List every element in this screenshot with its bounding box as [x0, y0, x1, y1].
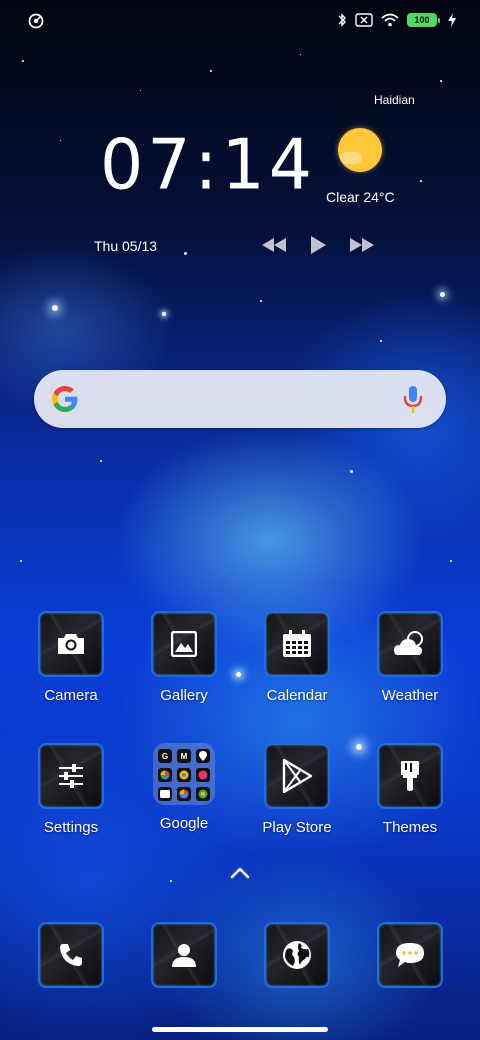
dock-phone[interactable]	[21, 922, 121, 988]
media-controls	[262, 236, 374, 259]
dock-browser[interactable]	[247, 922, 347, 988]
messages-icon	[377, 922, 443, 988]
sim-off-icon	[355, 13, 373, 27]
dock-contacts[interactable]	[134, 922, 234, 988]
sun-icon[interactable]	[338, 128, 382, 172]
phone-icon	[38, 922, 104, 988]
clock-date[interactable]: Thu 05/13	[94, 238, 157, 254]
app-label: Google	[159, 815, 209, 832]
google-search-bar[interactable]	[34, 370, 446, 428]
app-label: Gallery	[160, 687, 208, 704]
app-folder-google[interactable]: G M Google	[134, 743, 234, 832]
status-bar: 100	[0, 0, 480, 42]
battery-icon: 100	[407, 13, 440, 27]
duo-mini-icon	[158, 787, 172, 801]
weather-location: Haidian	[374, 93, 415, 107]
home-indicator[interactable]	[152, 1027, 328, 1032]
gmail-mini-icon: M	[177, 749, 191, 763]
browser-icon	[264, 922, 330, 988]
app-label: Calendar	[266, 687, 328, 704]
contacts-icon	[151, 922, 217, 988]
sliders-icon	[38, 743, 104, 809]
google-mini-icon: G	[158, 749, 172, 763]
microphone-icon[interactable]	[402, 385, 424, 415]
battery-level: 100	[407, 13, 437, 27]
previous-icon[interactable]	[262, 238, 286, 257]
play-icon[interactable]	[310, 236, 326, 259]
bluetooth-icon	[338, 13, 346, 27]
paintbrush-icon	[377, 743, 443, 809]
next-icon[interactable]	[350, 238, 374, 257]
app-label: Play Store	[262, 819, 332, 836]
focus-ring-icon	[28, 13, 44, 29]
google-g-icon	[52, 386, 78, 412]
play-store-icon	[264, 743, 330, 809]
app-weather[interactable]: Weather	[360, 611, 460, 704]
cloud-moon-icon	[377, 611, 443, 677]
app-label: Settings	[43, 819, 99, 836]
app-label: Camera	[44, 687, 98, 704]
photos-mini-icon	[158, 768, 172, 782]
app-label: Weather	[381, 687, 439, 704]
dock-messages[interactable]	[360, 922, 460, 988]
maps-mini-icon	[196, 749, 210, 763]
meet-mini-icon	[196, 787, 210, 801]
calendar-icon	[264, 611, 330, 677]
app-settings[interactable]: Settings	[21, 743, 121, 836]
charging-bolt-icon	[448, 13, 456, 27]
wifi-icon	[381, 13, 399, 27]
image-icon	[151, 611, 217, 677]
app-drawer-chevron-icon[interactable]	[229, 866, 251, 880]
app-play-store[interactable]: Play Store	[247, 743, 347, 836]
play-mini-icon	[177, 787, 191, 801]
app-camera[interactable]: Camera	[21, 611, 121, 704]
app-gallery[interactable]: Gallery	[134, 611, 234, 704]
app-label: Themes	[382, 819, 438, 836]
weather-description[interactable]: Clear 24°C	[326, 189, 395, 205]
chrome-mini-icon	[177, 768, 191, 782]
app-calendar[interactable]: Calendar	[247, 611, 347, 704]
camera-icon	[38, 611, 104, 677]
app-themes[interactable]: Themes	[360, 743, 460, 836]
clock-time[interactable]: 07:14	[100, 125, 316, 206]
folder-icon: G M	[153, 743, 215, 805]
drive-mini-icon	[196, 768, 210, 782]
